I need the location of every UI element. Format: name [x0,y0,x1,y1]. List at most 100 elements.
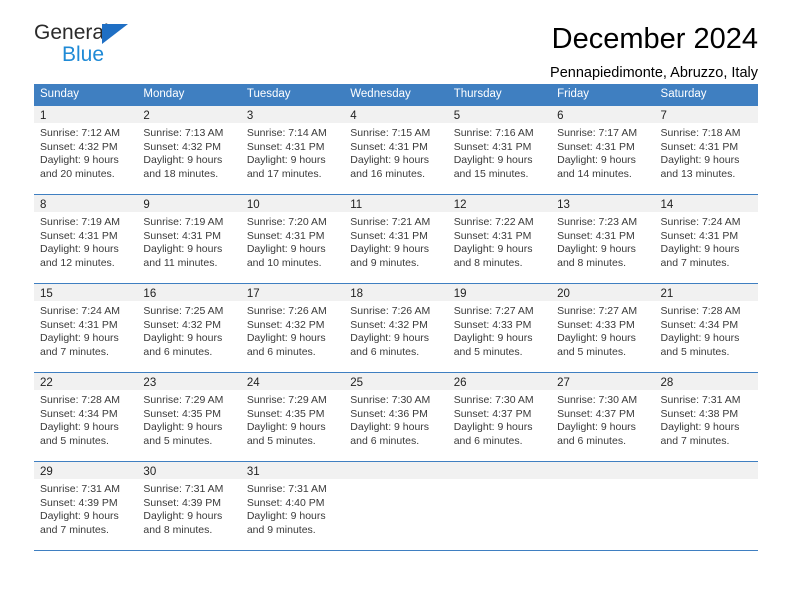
sunset-text: Sunset: 4:31 PM [350,140,428,153]
day-cell[interactable]: 11 Sunrise: 7:21 AM Sunset: 4:31 PM Dayl… [344,195,448,283]
day-cell[interactable]: 20 Sunrise: 7:27 AM Sunset: 4:33 PM Dayl… [551,284,655,372]
day-cell[interactable]: 27 Sunrise: 7:30 AM Sunset: 4:37 PM Dayl… [551,373,655,461]
day-cell[interactable]: 13 Sunrise: 7:23 AM Sunset: 4:31 PM Dayl… [551,195,655,283]
sunrise-text: Sunrise: 7:30 AM [453,394,534,406]
day-cell[interactable]: 14 Sunrise: 7:24 AM Sunset: 4:31 PM Dayl… [654,195,758,283]
title-block: December 2024 Pennapiedimonte, Abruzzo, … [550,22,758,84]
day-number: 19 [453,288,467,300]
day-number-band: 10 [240,195,345,212]
sunset-text: Sunset: 4:38 PM [660,407,739,420]
daylight-text-line2: and 7 minutes. [660,256,730,269]
day-info: Sunrise: 7:13 AM Sunset: 4:32 PM Dayligh… [137,123,240,181]
day-cell[interactable]: 28 Sunrise: 7:31 AM Sunset: 4:38 PM Dayl… [654,373,758,461]
sunrise-text: Sunrise: 7:13 AM [143,127,224,139]
day-info: Sunrise: 7:15 AM Sunset: 4:31 PM Dayligh… [344,123,447,181]
day-cell-empty [447,462,552,550]
calendar-bottom-border [34,550,758,551]
day-info: Sunrise: 7:31 AM Sunset: 4:40 PM Dayligh… [241,479,344,537]
day-info: Sunrise: 7:18 AM Sunset: 4:31 PM Dayligh… [655,123,758,181]
sunrise-text: Sunrise: 7:31 AM [40,483,120,495]
day-cell[interactable]: 9 Sunrise: 7:19 AM Sunset: 4:31 PM Dayli… [137,195,241,283]
calendar-grid: Sunday Monday Tuesday Wednesday Thursday… [34,84,758,551]
sunset-text: Sunset: 4:31 PM [246,140,325,153]
day-cell[interactable]: 12 Sunrise: 7:22 AM Sunset: 4:31 PM Dayl… [447,195,552,283]
daylight-text-line1: Daylight: 9 hours [557,154,636,167]
day-number-band: 20 [551,284,655,301]
day-cell[interactable]: 17 Sunrise: 7:26 AM Sunset: 4:32 PM Dayl… [240,284,345,372]
daylight-text-line1: Daylight: 9 hours [453,243,533,256]
weekday-header-saturday: Saturday [660,88,707,100]
sunset-text: Sunset: 4:35 PM [143,407,222,420]
day-cell[interactable]: 15 Sunrise: 7:24 AM Sunset: 4:31 PM Dayl… [34,284,138,372]
sunrise-text: Sunrise: 7:28 AM [660,305,741,317]
day-number: 15 [40,288,53,300]
daylight-text-line2: and 5 minutes. [557,345,626,358]
calendar-week-row: 15 Sunrise: 7:24 AM Sunset: 4:31 PM Dayl… [34,283,758,372]
daylight-text-line2: and 7 minutes. [40,523,109,536]
day-number-band: 17 [240,284,345,301]
daylight-text-line1: Daylight: 9 hours [143,243,223,256]
day-info: Sunrise: 7:25 AM Sunset: 4:32 PM Dayligh… [137,301,240,359]
day-cell[interactable]: 19 Sunrise: 7:27 AM Sunset: 4:33 PM Dayl… [447,284,552,372]
day-cell[interactable]: 2 Sunrise: 7:13 AM Sunset: 4:32 PM Dayli… [137,106,241,194]
daylight-text-line2: and 5 minutes. [40,434,109,447]
daylight-text-line1: Daylight: 9 hours [40,243,119,256]
sunrise-text: Sunrise: 7:25 AM [143,305,224,317]
sunrise-text: Sunrise: 7:18 AM [660,127,741,139]
day-cell[interactable]: 16 Sunrise: 7:25 AM Sunset: 4:32 PM Dayl… [137,284,241,372]
day-cell[interactable]: 21 Sunrise: 7:28 AM Sunset: 4:34 PM Dayl… [654,284,758,372]
day-number-band: 26 [447,373,552,390]
sunrise-text: Sunrise: 7:29 AM [246,394,327,406]
sunset-text: Sunset: 4:36 PM [350,407,428,420]
day-cell[interactable]: 26 Sunrise: 7:30 AM Sunset: 4:37 PM Dayl… [447,373,552,461]
weekday-header-row: Sunday Monday Tuesday Wednesday Thursday… [34,84,758,105]
daylight-text-line1: Daylight: 9 hours [660,332,740,345]
day-number: 12 [453,199,467,211]
day-number-band: 28 [654,373,758,390]
day-cell[interactable]: 31 Sunrise: 7:31 AM Sunset: 4:40 PM Dayl… [240,462,345,550]
day-cell[interactable]: 30 Sunrise: 7:31 AM Sunset: 4:39 PM Dayl… [137,462,241,550]
sunrise-text: Sunrise: 7:31 AM [660,394,741,406]
calendar-page: General Blue December 2024 Pennapiedimon… [0,0,792,612]
sunset-text: Sunset: 4:32 PM [143,318,222,331]
day-cell[interactable]: 4 Sunrise: 7:15 AM Sunset: 4:31 PM Dayli… [344,106,448,194]
day-cell[interactable]: 18 Sunrise: 7:26 AM Sunset: 4:32 PM Dayl… [344,284,448,372]
day-cell[interactable]: 23 Sunrise: 7:29 AM Sunset: 4:35 PM Dayl… [137,373,241,461]
sunrise-text: Sunrise: 7:30 AM [350,394,431,406]
daylight-text-line2: and 9 minutes. [246,523,316,536]
daylight-text-line1: Daylight: 9 hours [660,154,740,167]
daylight-text-line1: Daylight: 9 hours [660,421,740,434]
daylight-text-line1: Daylight: 9 hours [246,243,326,256]
day-info: Sunrise: 7:14 AM Sunset: 4:31 PM Dayligh… [241,123,344,181]
daylight-text-line2: and 13 minutes. [660,167,736,180]
day-info: Sunrise: 7:17 AM Sunset: 4:31 PM Dayligh… [551,123,654,181]
day-info: Sunrise: 7:26 AM Sunset: 4:32 PM Dayligh… [241,301,344,359]
day-info: Sunrise: 7:27 AM Sunset: 4:33 PM Dayligh… [551,301,654,359]
day-number-band: 16 [137,284,241,301]
day-cell[interactable]: 22 Sunrise: 7:28 AM Sunset: 4:34 PM Dayl… [34,373,138,461]
sunrise-text: Sunrise: 7:31 AM [143,483,224,495]
day-cell[interactable]: 8 Sunrise: 7:19 AM Sunset: 4:31 PM Dayli… [34,195,138,283]
day-cell[interactable]: 1 Sunrise: 7:12 AM Sunset: 4:32 PM Dayli… [34,106,138,194]
day-number: 25 [350,377,364,389]
day-info: Sunrise: 7:28 AM Sunset: 4:34 PM Dayligh… [34,390,137,448]
weekday-header-sunday: Sunday [40,88,80,100]
day-number: 10 [246,199,260,211]
day-cell[interactable]: 6 Sunrise: 7:17 AM Sunset: 4:31 PM Dayli… [551,106,655,194]
day-cell[interactable]: 7 Sunrise: 7:18 AM Sunset: 4:31 PM Dayli… [654,106,758,194]
daylight-text-line2: and 15 minutes. [453,167,529,180]
sunset-text: Sunset: 4:31 PM [660,140,739,153]
day-number-band: 11 [344,195,448,212]
location-subtitle: Pennapiedimonte, Abruzzo, Italy [550,65,758,81]
day-cell[interactable]: 24 Sunrise: 7:29 AM Sunset: 4:35 PM Dayl… [240,373,345,461]
day-cell[interactable]: 3 Sunrise: 7:14 AM Sunset: 4:31 PM Dayli… [240,106,345,194]
day-number: 4 [350,110,357,122]
daylight-text-line1: Daylight: 9 hours [40,154,119,167]
day-number: 31 [246,466,260,478]
day-number: 23 [143,377,157,389]
day-cell[interactable]: 29 Sunrise: 7:31 AM Sunset: 4:39 PM Dayl… [34,462,138,550]
day-cell[interactable]: 10 Sunrise: 7:20 AM Sunset: 4:31 PM Dayl… [240,195,345,283]
day-cell[interactable]: 25 Sunrise: 7:30 AM Sunset: 4:36 PM Dayl… [344,373,448,461]
day-cell[interactable]: 5 Sunrise: 7:16 AM Sunset: 4:31 PM Dayli… [447,106,552,194]
sunrise-text: Sunrise: 7:30 AM [557,394,638,406]
